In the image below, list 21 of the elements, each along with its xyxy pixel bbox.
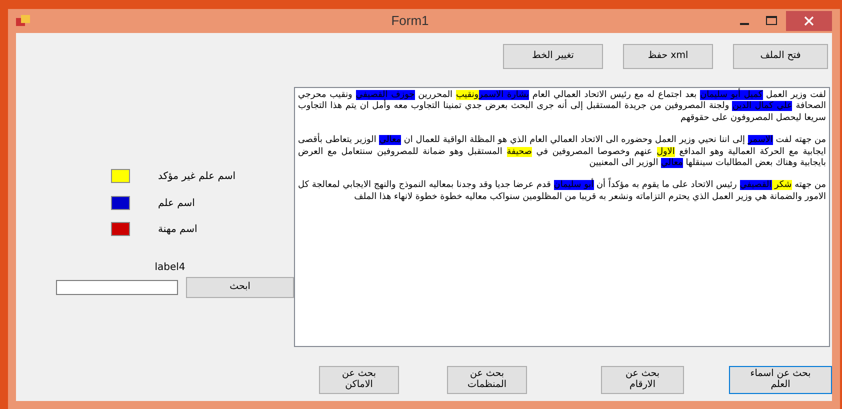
search-field[interactable]: [56, 280, 178, 295]
toolbar-button[interactable]: تغيير الخط: [503, 44, 603, 69]
text-document[interactable]: [294, 87, 830, 347]
paragraph: من جهته شكر القصيفي رئيس الاتحاد على ما يقوم به مؤكداً أن أبو سليمان قدم عرضا جديا وقد وجدنا بمعاليه النموذج والنهج الايجابي لمعالجة كل الامور والضمانة هي وزير العمل الذي يحترم التزاماته ونشعر به قريبا من المظلومين سنواكب معاليه خطوة خطوة لانهاء هذا الملف: [298, 180, 826, 204]
legend-label: اسم علم غير مؤكد: [158, 170, 236, 184]
close-button[interactable]: [786, 11, 832, 31]
toolbar-button[interactable]: حفظ xml: [623, 44, 713, 69]
minimize-icon: [740, 23, 748, 25]
toolbar-button[interactable]: فتح الملف: [733, 44, 828, 69]
search-button[interactable]: بحث عن اسماء العلم: [729, 366, 832, 394]
search-button[interactable]: بحث عن المنظمات: [447, 366, 527, 394]
legend-label: اسم مهنة: [158, 222, 198, 236]
window-title: Form1: [390, 12, 430, 30]
close-icon: [804, 16, 814, 26]
app-icon: [16, 15, 30, 27]
search-button[interactable]: ابحث: [186, 277, 294, 298]
legend-label: اسم علم: [158, 196, 195, 210]
label: label4: [154, 261, 186, 275]
search-button[interactable]: بحث عن الارقام: [601, 366, 684, 394]
search-button[interactable]: بحث عن الاماكن: [319, 366, 399, 394]
maximize-icon: [766, 16, 778, 26]
